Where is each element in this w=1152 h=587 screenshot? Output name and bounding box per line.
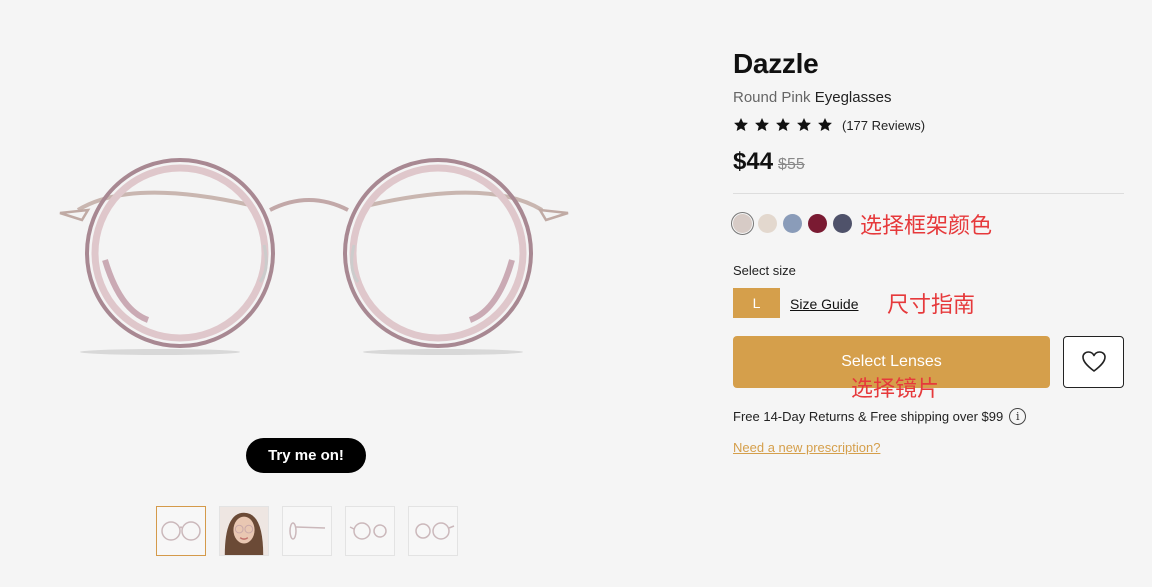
star-icon (776, 118, 790, 131)
heart-icon (1081, 351, 1106, 372)
shipping-info: Free 14-Day Returns & Free shipping over… (733, 408, 1027, 425)
thumbnail-model-view[interactable] (219, 506, 269, 556)
product-title: Dazzle (733, 48, 819, 79)
annotation-lens: 选择镜片 (851, 377, 940, 402)
info-icon[interactable]: i (1009, 408, 1027, 425)
product-category: Eyeglasses (814, 89, 892, 106)
favorite-button[interactable] (1063, 336, 1124, 388)
size-label: Select size (733, 263, 796, 278)
main-product-image (20, 110, 600, 410)
glasses-angle-icon (349, 522, 387, 540)
thumbnail-list (156, 506, 458, 556)
color-swatch[interactable] (758, 214, 777, 233)
reviews-count[interactable]: (177 Reviews) (842, 118, 925, 133)
annotation-color: 选择框架颜色 (860, 214, 993, 239)
product-info: Dazzle Round Pink Eyeglasses (177 Review… (731, 0, 1125, 587)
divider (733, 193, 1124, 194)
star-icon (818, 118, 832, 131)
color-swatch[interactable] (783, 214, 802, 233)
color-swatch[interactable] (808, 214, 827, 233)
star-rating (733, 117, 833, 133)
prescription-link[interactable]: Need a new prescription? (733, 440, 880, 455)
glasses-thumbnail-icon (161, 521, 201, 541)
product-gallery: Try me on! (0, 0, 610, 587)
current-price: $44 (733, 148, 774, 175)
model-portrait-icon (220, 507, 268, 555)
color-swatches (731, 212, 852, 235)
star-icon (797, 118, 811, 131)
glasses-side-icon (289, 522, 326, 540)
star-icon (734, 118, 748, 131)
color-swatch[interactable] (833, 214, 852, 233)
try-on-button[interactable]: Try me on! (246, 438, 366, 473)
shipping-text: Free 14-Day Returns & Free shipping over… (733, 409, 1004, 424)
size-option-button[interactable]: L (733, 288, 780, 318)
star-icon (755, 118, 769, 131)
thumbnail-angle-view[interactable] (345, 506, 395, 556)
size-guide-link[interactable]: Size Guide (790, 296, 858, 312)
thumbnail-side-view[interactable] (282, 506, 332, 556)
color-swatch[interactable] (731, 212, 754, 235)
original-price: $55 (778, 156, 805, 173)
product-rating[interactable]: (177 Reviews) (733, 117, 925, 133)
glasses-angle-2-icon (415, 522, 455, 540)
price-block: $44 $55 (733, 148, 805, 176)
thumbnail-front-view[interactable] (156, 506, 206, 556)
thumbnail-angle-view-2[interactable] (408, 506, 458, 556)
eyeglasses-image (59, 158, 569, 355)
product-subtitle: Round Pink Eyeglasses (733, 89, 891, 106)
product-color-shape: Round Pink (733, 89, 811, 106)
annotation-size: 尺寸指南 (887, 293, 976, 318)
